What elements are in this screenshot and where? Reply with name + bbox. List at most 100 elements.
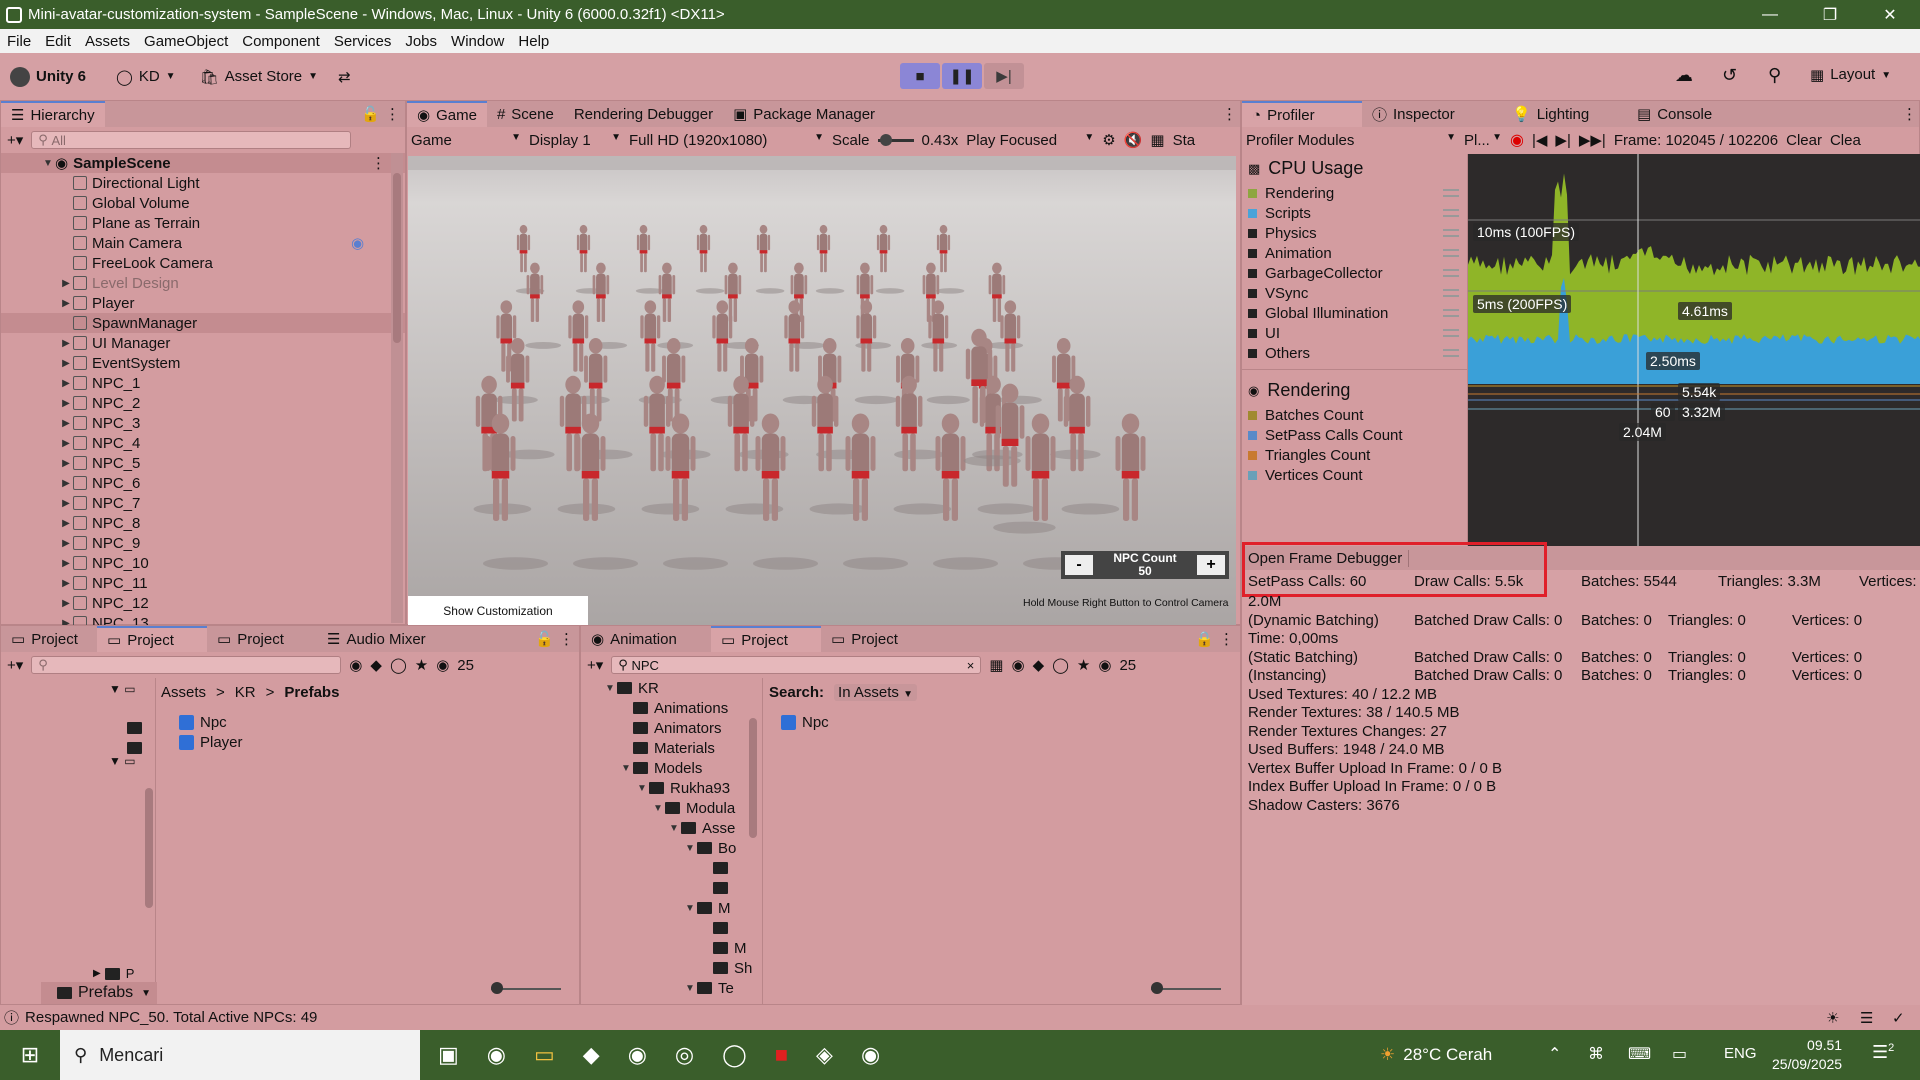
menu-component[interactable]: Component — [235, 33, 327, 50]
clock[interactable]: 09.51 25/09/2025 — [1772, 1036, 1842, 1074]
folder-row[interactable] — [581, 858, 762, 878]
legend-item[interactable]: Vertices Count — [1242, 465, 1467, 485]
stats-button[interactable]: Sta — [1173, 132, 1196, 149]
zoom-slider[interactable] — [1151, 982, 1221, 994]
hierarchy-item[interactable]: ▶ NPC_10 — [1, 553, 405, 573]
drag-handle-icon[interactable] — [1443, 209, 1459, 217]
save-search-icon[interactable]: ▦ — [989, 656, 1003, 674]
more-icon[interactable]: ⋮ — [385, 105, 400, 123]
keyboard-icon[interactable]: ⌨ — [1628, 1044, 1651, 1064]
menu-assets[interactable]: Assets — [78, 33, 137, 50]
folder-row[interactable]: Animations — [581, 698, 762, 718]
drag-handle-icon[interactable] — [1443, 249, 1459, 257]
microsoft-365-icon[interactable]: ◆ — [583, 1042, 600, 1068]
mute-icon[interactable]: 🔇 — [1124, 131, 1143, 149]
label-icon[interactable]: ◆ — [370, 656, 382, 674]
lock-icon[interactable]: 🔒 — [1195, 630, 1214, 648]
clear-search-icon[interactable]: × — [967, 658, 975, 673]
folder-row-prefabs[interactable]: Prefabs ▼ — [41, 982, 157, 1004]
hierarchy-item[interactable]: Directional Light — [1, 173, 405, 193]
tab-package-manager[interactable]: ▣ Package Manager — [723, 101, 885, 127]
tab-profiler[interactable]: ◔ Profiler — [1242, 101, 1362, 127]
tab-project-5[interactable]: ▭ Project — [821, 626, 908, 652]
tab-project-2[interactable]: ▭ Project — [97, 626, 207, 652]
breadcrumb-kr[interactable]: KR — [235, 684, 256, 701]
tab-inspector[interactable]: ⓘ Inspector — [1362, 101, 1502, 127]
clear-button[interactable]: Clear — [1786, 132, 1822, 149]
hierarchy-item[interactable]: Global Volume — [1, 193, 405, 213]
menu-help[interactable]: Help — [511, 33, 556, 50]
legend-item[interactable]: SetPass Calls Count — [1242, 425, 1467, 445]
close-icon[interactable]: ✕ — [1860, 0, 1920, 29]
label-icon[interactable]: ◆ — [1033, 656, 1045, 674]
step-button[interactable]: ▶| — [984, 63, 1024, 89]
clear-on-play-button[interactable]: Clea — [1830, 132, 1861, 149]
expand-icon[interactable]: ▼ ▭ — [109, 754, 136, 768]
weather-widget[interactable]: ☀ 28°C Cerah — [1380, 1030, 1492, 1080]
account-dropdown[interactable]: ◯ KD ▼ — [116, 68, 176, 86]
language-indicator[interactable]: ENG — [1724, 1045, 1757, 1062]
drag-handle-icon[interactable] — [1443, 229, 1459, 237]
minimize-icon[interactable]: — — [1740, 0, 1800, 29]
display-icon[interactable]: ▭ — [1672, 1044, 1687, 1064]
rider-icon[interactable]: ■ — [775, 1042, 788, 1068]
stop-button[interactable]: ■ — [900, 63, 940, 89]
hierarchy-item[interactable]: ▶ NPC_2 — [1, 393, 405, 413]
hierarchy-search-input[interactable]: ⚲ All — [31, 131, 352, 149]
legend-item[interactable]: VSync — [1242, 283, 1467, 303]
tab-game[interactable]: ◉ Game — [407, 101, 487, 127]
menu-jobs[interactable]: Jobs — [398, 33, 444, 50]
hierarchy-item[interactable]: ▶ NPC_12 — [1, 593, 405, 613]
drag-handle-icon[interactable] — [1443, 189, 1459, 197]
more-icon[interactable]: ⋮ — [1219, 630, 1234, 648]
folder-row[interactable]: Sh — [581, 958, 762, 978]
next-frame-icon[interactable]: ▶| — [1555, 131, 1570, 149]
asset-player[interactable]: Player — [179, 732, 243, 752]
tab-console[interactable]: ▤ Console — [1627, 101, 1722, 127]
more-icon[interactable]: ⋮ — [371, 154, 386, 172]
windows-start-icon[interactable]: ⊞ — [0, 1030, 60, 1080]
folder-row[interactable]: ▼ Asse — [581, 818, 762, 838]
resolution-dropdown[interactable]: Full HD (1920x1080) ▼ — [629, 132, 824, 149]
game-mode-dropdown[interactable]: Game ▼ — [411, 132, 521, 149]
show-customization-button[interactable]: Show Customization — [408, 596, 588, 626]
record-icon[interactable]: ◉ — [1510, 130, 1524, 150]
cloud-icon[interactable]: ☁ — [1675, 65, 1693, 86]
folder-row[interactable]: ▼ Models — [581, 758, 762, 778]
last-frame-icon[interactable]: ▶▶| — [1579, 131, 1606, 149]
folder-row[interactable]: ▼ Bo — [581, 838, 762, 858]
expand-icon[interactable]: ▼ ▭ — [109, 682, 136, 696]
hierarchy-item[interactable]: ▶ NPC_9 — [1, 533, 405, 553]
folder-row[interactable]: ▼ Modula — [581, 798, 762, 818]
hierarchy-scrollbar[interactable] — [391, 153, 403, 623]
folder-row[interactable]: ▼ Te — [581, 978, 762, 998]
tab-scene[interactable]: # Scene — [487, 101, 564, 127]
npc-plus-button[interactable]: + — [1196, 555, 1225, 575]
scale-slider[interactable] — [877, 133, 914, 146]
folder-row[interactable]: Animators — [581, 718, 762, 738]
filter-type-icon[interactable]: ◉ — [1011, 656, 1024, 674]
activity-icon[interactable]: ☀ — [1826, 1009, 1839, 1027]
unity-hub-icon[interactable]: ◈ — [816, 1042, 833, 1068]
legend-item[interactable]: Others — [1242, 343, 1467, 363]
legend-item[interactable]: GarbageCollector — [1242, 263, 1467, 283]
menu-gameobject[interactable]: GameObject — [137, 33, 235, 50]
bug-icon[interactable]: ⚙ — [1102, 131, 1115, 149]
more-icon[interactable]: ⋮ — [1902, 105, 1917, 123]
tab-audio-mixer[interactable]: ☰ Audio Mixer — [317, 626, 436, 652]
hierarchy-item[interactable]: ▶ NPC_5 — [1, 453, 405, 473]
hierarchy-item[interactable]: FreeLook Camera — [1, 253, 405, 273]
file-explorer-icon[interactable]: ▭ — [534, 1042, 555, 1068]
layout-dropdown[interactable]: ▦ Layout ▼ — [1810, 66, 1891, 84]
lock-icon[interactable]: 🔓 — [361, 105, 380, 123]
asset-store-dropdown[interactable]: 🛍 Asset Store ▼ — [200, 68, 319, 86]
project-search-input[interactable]: ⚲ — [31, 656, 342, 674]
hierarchy-item[interactable]: ▶ NPC_3 — [1, 413, 405, 433]
drag-handle-icon[interactable] — [1443, 349, 1459, 357]
visibility-icon[interactable]: ◉ — [1098, 656, 1111, 674]
tray-chevron-icon[interactable]: ⌃ — [1548, 1044, 1561, 1064]
search-scope-dropdown[interactable]: In Assets ▼ — [834, 684, 917, 701]
scene-row[interactable]: ▼ ◉ SampleScene ⋮ — [1, 153, 405, 173]
restore-icon[interactable]: ❐ — [1800, 0, 1860, 29]
wifi-icon[interactable]: ⌘ — [1588, 1044, 1604, 1064]
